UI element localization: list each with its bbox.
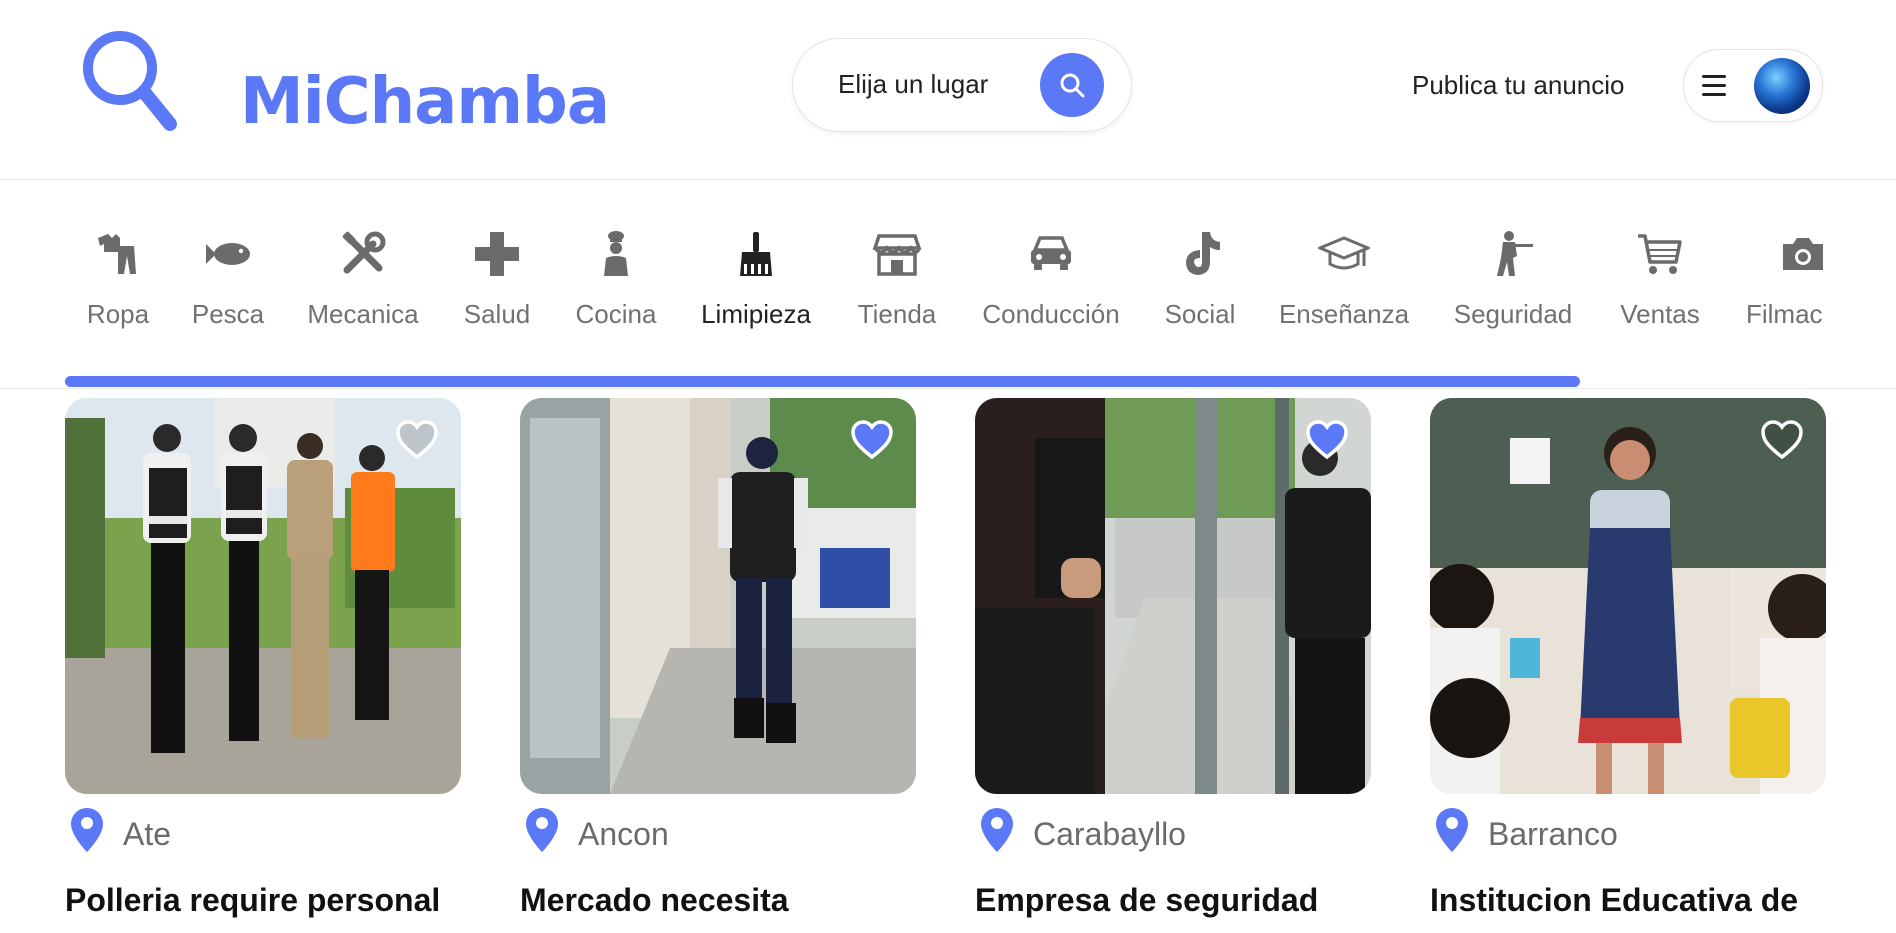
category-mecanica[interactable]: Mecanica xyxy=(306,180,420,330)
favorite-heart-icon[interactable] xyxy=(395,420,439,460)
logo[interactable]: MiChamba xyxy=(76,28,610,140)
menu-icon xyxy=(1702,75,1726,97)
location-pin-icon xyxy=(981,808,1013,852)
tiktok-icon xyxy=(1186,232,1220,275)
clothes-icon xyxy=(98,234,136,274)
location-name: Barranco xyxy=(1488,816,1618,852)
favorite-heart-icon[interactable] xyxy=(850,420,894,460)
tools-icon xyxy=(342,231,386,274)
search-button[interactable] xyxy=(1040,53,1104,117)
category-label: Pesca xyxy=(191,299,265,329)
location-pin-icon xyxy=(1436,808,1468,852)
category-social[interactable]: Social xyxy=(1162,180,1238,330)
category-bar: Ropa Pesca Mecanica Salud Cocina Limipie… xyxy=(0,180,1896,389)
magnifier-logo-icon xyxy=(83,31,177,131)
favorite-heart-icon[interactable] xyxy=(1305,420,1349,460)
category-label: Salud xyxy=(463,299,531,329)
location-name: Ate xyxy=(123,816,172,852)
category-label: Social xyxy=(1164,299,1236,329)
category-label: Filmac xyxy=(1746,299,1823,329)
user-menu-button[interactable] xyxy=(1683,49,1823,122)
category-label: Cocina xyxy=(575,299,657,329)
section-divider xyxy=(0,388,1896,389)
fish-icon xyxy=(206,243,250,265)
chef-icon xyxy=(604,231,628,276)
category-ropa[interactable]: Ropa xyxy=(78,180,158,330)
listing-title[interactable]: Mercado necesita xyxy=(520,882,789,919)
location-name: Ancon xyxy=(578,816,669,852)
search-icon xyxy=(1060,73,1085,98)
listing-title[interactable]: Polleria require personal xyxy=(65,882,440,919)
category-ventas[interactable]: Ventas xyxy=(1618,180,1702,330)
camera-icon xyxy=(1783,238,1823,270)
category-label: Conducción xyxy=(982,299,1120,329)
category-label: Mecanica xyxy=(307,299,419,329)
location-search[interactable]: Elija un lugar xyxy=(792,38,1132,132)
brand-name: MiChamba xyxy=(240,65,610,139)
favorite-heart-icon[interactable] xyxy=(1760,420,1804,460)
broom-icon xyxy=(740,232,772,276)
listing-title[interactable]: Empresa de seguridad xyxy=(975,882,1318,919)
category-tienda[interactable]: Tienda xyxy=(856,180,938,330)
category-label: Ropa xyxy=(86,299,150,329)
category-filmac[interactable]: Filmac xyxy=(1746,180,1844,330)
category-label: Seguridad xyxy=(1453,299,1573,329)
avatar xyxy=(1754,58,1810,114)
store-icon xyxy=(872,234,922,276)
listing-photo-teacher-classroom[interactable] xyxy=(1430,398,1826,794)
car-icon xyxy=(1031,236,1071,270)
category-cocina[interactable]: Cocina xyxy=(574,180,658,330)
category-scrollbar[interactable] xyxy=(65,376,1580,387)
location-placeholder[interactable]: Elija un lugar xyxy=(838,69,988,100)
location-pin-icon xyxy=(71,808,103,852)
health-cross-icon xyxy=(475,232,519,276)
graduation-cap-icon xyxy=(1318,236,1370,270)
category-seguridad[interactable]: Seguridad xyxy=(1452,180,1574,330)
listing-photo-guard-walking-sidewalk[interactable] xyxy=(520,398,916,794)
category-limipieza[interactable]: Limipieza xyxy=(700,180,812,330)
category-conduccion[interactable]: Conducción xyxy=(982,180,1120,330)
location-name: Carabayllo xyxy=(1033,816,1186,852)
publish-ad-link[interactable]: Publica tu anuncio xyxy=(1412,70,1624,101)
listing-photo-guards-on-street[interactable] xyxy=(975,398,1371,794)
category-ensenanza[interactable]: Enseñanza xyxy=(1278,180,1410,330)
top-header: MiChamba Elija un lugar Publica tu anunc… xyxy=(0,0,1896,180)
listing-photo-security-guards-group[interactable] xyxy=(65,398,461,794)
location-pin-icon xyxy=(526,808,558,852)
category-label: Limipieza xyxy=(701,299,811,329)
category-salud[interactable]: Salud xyxy=(462,180,532,330)
category-label: Enseñanza xyxy=(1278,299,1410,329)
soldier-icon xyxy=(1497,231,1533,276)
category-label: Tienda xyxy=(857,299,937,329)
category-pesca[interactable]: Pesca xyxy=(190,180,266,330)
category-label: Ventas xyxy=(1620,299,1700,329)
cart-icon xyxy=(1638,234,1682,274)
listing-title[interactable]: Institucion Educativa de xyxy=(1430,882,1798,919)
